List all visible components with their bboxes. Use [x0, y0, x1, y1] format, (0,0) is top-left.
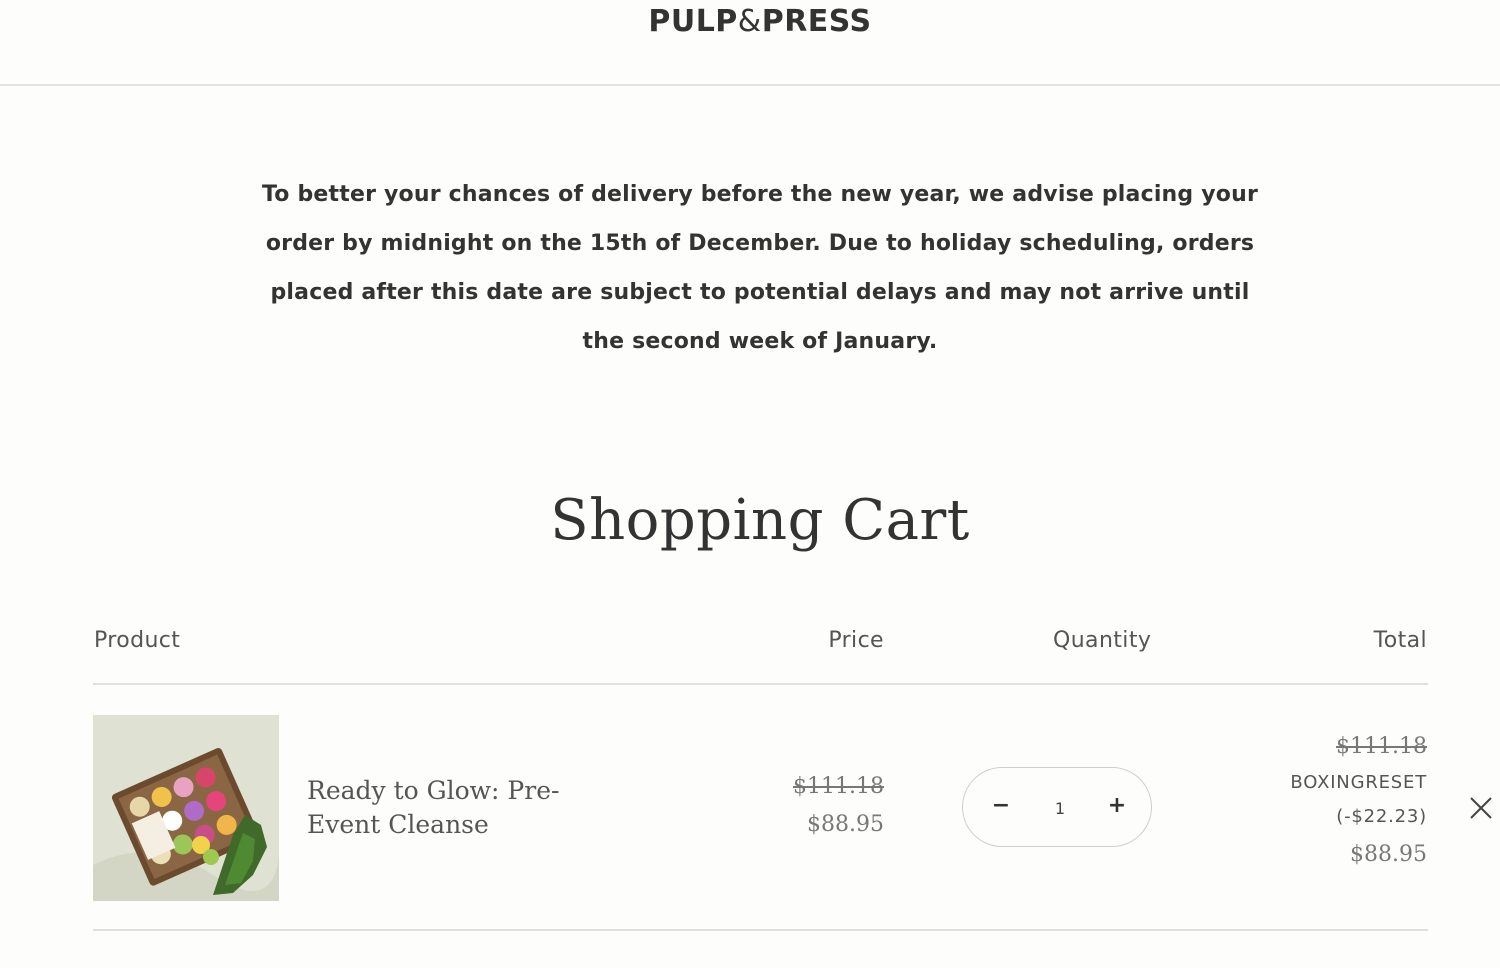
total-original: $111.18: [1336, 734, 1427, 759]
juice-box-product-image: [93, 715, 279, 901]
holiday-delivery-notice: To better your chances of delivery befor…: [261, 182, 1258, 354]
column-header-quantity: Quantity: [1053, 628, 1152, 653]
close-icon: [1470, 797, 1492, 819]
table-row-divider: [93, 929, 1428, 931]
column-header-price: Price: [828, 628, 884, 653]
site-logo[interactable]: PULP&PRESS: [0, 4, 1500, 39]
total-cell: $111.18 BOXINGRESET (-$22.23) $88.95: [1290, 728, 1427, 876]
product-image[interactable]: [93, 715, 279, 901]
logo-text-pulp: PULP: [648, 4, 738, 39]
logo-text-press: PRESS: [761, 4, 872, 39]
quantity-increase-button[interactable]: +: [1099, 788, 1135, 824]
logo-ampersand: &: [737, 4, 762, 39]
page-title: Shopping Cart: [550, 488, 970, 553]
remove-item-button[interactable]: [1466, 793, 1496, 823]
price-sale: $88.95: [807, 812, 884, 837]
quantity-decrease-button[interactable]: −: [983, 788, 1019, 824]
column-header-product: Product: [94, 628, 181, 653]
site-header: PULP&PRESS: [0, 0, 1500, 86]
table-header-divider: [93, 683, 1428, 685]
quantity-stepper: − +: [962, 767, 1152, 847]
quantity-input[interactable]: [1033, 792, 1087, 824]
column-header-total: Total: [1373, 628, 1427, 653]
discount-code: BOXINGRESET: [1290, 772, 1427, 793]
price-original: $111.18: [793, 774, 884, 799]
discount-amount: (-$22.23): [1336, 806, 1427, 827]
product-name-link[interactable]: Ready to Glow: Pre-Event Cleanse: [307, 774, 597, 842]
price-cell: $111.18 $88.95: [793, 768, 884, 844]
total-final: $88.95: [1350, 842, 1427, 867]
